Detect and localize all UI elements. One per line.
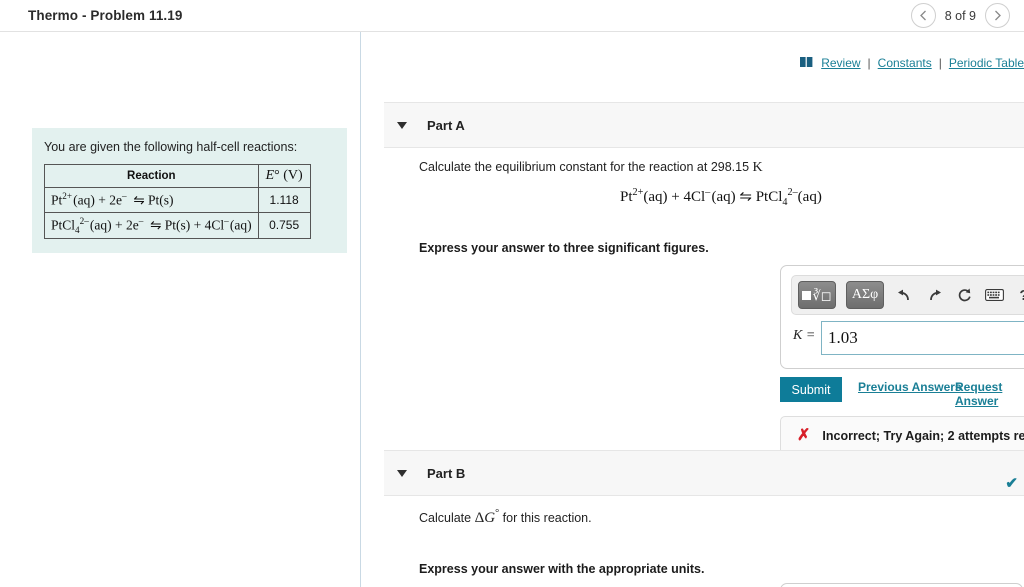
- column-header-reaction: Reaction: [44, 164, 259, 188]
- greek-symbols-button[interactable]: ΑΣφ: [846, 281, 884, 309]
- part-b-answer-widget: ΔG° = -70.0 kJ·mol−1 ☉ Previous: [780, 583, 1023, 587]
- page-indicator: 8 of 9: [944, 8, 976, 23]
- reaction-cell-2: PtCl42– (aq) + 2e– ⇋ Pt(s) + 4Cl– (aq): [44, 211, 259, 239]
- part-b-instruction: Express your answer with the appropriate…: [419, 562, 705, 576]
- part-a-question: Calculate the equilibrium constant for t…: [419, 160, 763, 175]
- link-separator-2: |: [938, 56, 942, 70]
- periodic-table-link[interactable]: Periodic Table: [949, 56, 1024, 70]
- part-b-question-suffix: for this reaction.: [502, 511, 592, 525]
- previous-answers-link[interactable]: Previous Answers: [858, 380, 962, 394]
- keyboard-icon[interactable]: [984, 283, 1004, 307]
- reset-circle-icon[interactable]: [954, 283, 974, 307]
- book-icon: [800, 56, 813, 70]
- submit-button[interactable]: Submit: [780, 377, 842, 402]
- table-row: Pt2+ (aq) + 2e– ⇋ Pt(s) 1.118: [44, 187, 311, 213]
- part-a-answer-widget: ∛◻ ΑΣφ K = 1.03: [780, 265, 1024, 369]
- chevron-down-icon[interactable]: [397, 469, 407, 477]
- problem-intro-text: You are given the following half-cell re…: [44, 140, 298, 154]
- part-b-question: Calculate ΔG° for this reaction.: [419, 508, 592, 526]
- page-root: Thermo - Problem 11.19 8 of 9 You are gi…: [0, 0, 1024, 587]
- part-a-label: Part A: [427, 117, 465, 133]
- half-cell-reactions-table: Reaction E° (V) Pt2+ (aq) + 2e– ⇋ Pt(s) …: [44, 164, 311, 239]
- math-toolbar: ∛◻ ΑΣφ: [791, 275, 1024, 315]
- answer-variable-label: K =: [793, 328, 816, 343]
- prev-page-button[interactable]: [910, 3, 936, 28]
- template-icon[interactable]: ∛◻: [798, 281, 836, 309]
- constants-link[interactable]: Constants: [878, 56, 932, 70]
- next-page-button[interactable]: [985, 3, 1010, 28]
- help-icon[interactable]: ?: [1014, 283, 1024, 307]
- resource-links: Review | Constants | Periodic Table: [800, 56, 1024, 70]
- chevron-left-icon: [919, 10, 926, 21]
- pagination: 8 of 9: [910, 3, 1010, 28]
- right-column: Review | Constants | Periodic Table Part…: [361, 32, 1024, 587]
- redo-arrow-icon[interactable]: [924, 283, 944, 307]
- part-b-header[interactable]: Part B ✔: [384, 450, 1024, 496]
- part-a-header[interactable]: Part A: [384, 102, 1024, 148]
- column-header-potential: E° (V): [257, 164, 311, 188]
- page-title: Thermo - Problem 11.19: [28, 8, 183, 23]
- feedback-message: Incorrect; Try Again; 2 attempts remaini…: [822, 429, 1024, 443]
- table-header-row: Reaction E° (V): [44, 164, 311, 188]
- potential-cell-1: 1.118: [257, 187, 311, 213]
- check-icon: ✔: [1005, 475, 1018, 492]
- chevron-right-icon: [995, 10, 1001, 21]
- undo-arrow-icon[interactable]: [894, 283, 914, 307]
- part-a-equation: Pt2+(aq) + 4Cl– (aq) ⇋ PtCl42–(aq): [620, 187, 822, 208]
- chevron-down-icon[interactable]: [397, 121, 407, 129]
- link-separator-1: |: [867, 56, 871, 70]
- part-a-instruction: Express your answer to three significant…: [419, 241, 709, 255]
- request-answer-link[interactable]: Request Answer: [955, 380, 1024, 408]
- problem-statement-box: You are given the following half-cell re…: [32, 128, 347, 253]
- part-b-label: Part B: [427, 465, 466, 481]
- review-link[interactable]: Review: [821, 56, 860, 70]
- left-column: You are given the following half-cell re…: [0, 32, 360, 587]
- potential-cell-2: 0.755: [257, 211, 311, 239]
- part-b-question-prefix: Calculate: [419, 511, 472, 525]
- table-row: PtCl42– (aq) + 2e– ⇋ Pt(s) + 4Cl– (aq) 0…: [44, 211, 311, 239]
- reaction-cell-1: Pt2+ (aq) + 2e– ⇋ Pt(s): [44, 187, 259, 213]
- answer-input[interactable]: [821, 321, 1024, 355]
- red-x-icon: ✗: [797, 427, 811, 444]
- top-bar: Thermo - Problem 11.19 8 of 9: [0, 0, 1024, 31]
